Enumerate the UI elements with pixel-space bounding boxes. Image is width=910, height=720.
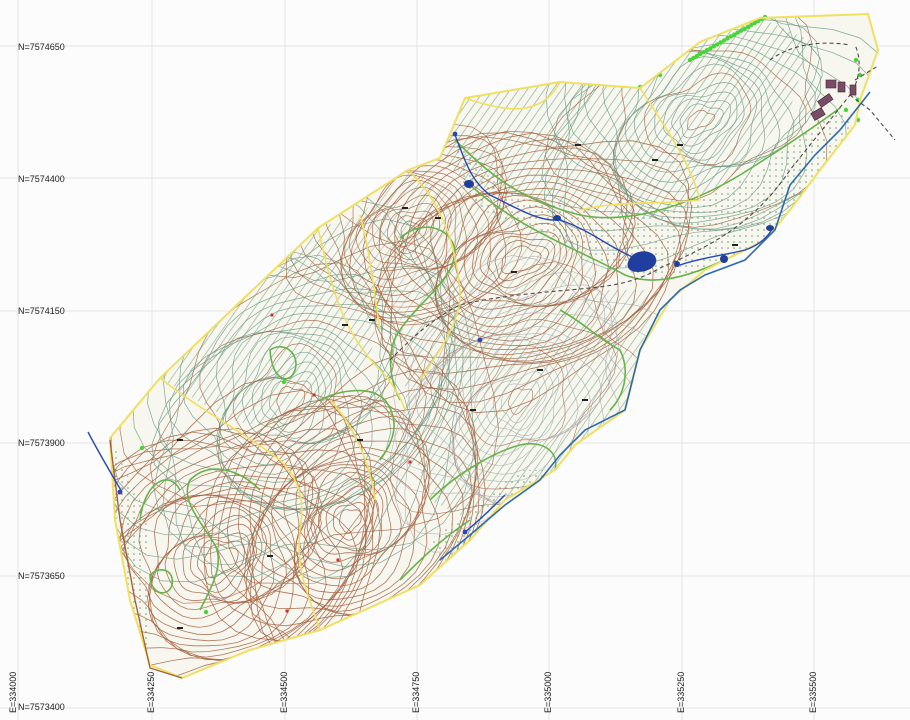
pond-ne xyxy=(766,225,774,231)
easting-label: E=334250 xyxy=(146,671,156,713)
easting-label: E=334750 xyxy=(411,671,421,713)
northing-label: N=7573650 xyxy=(18,571,65,581)
northing-label: N=7574650 xyxy=(18,42,65,52)
easting-label: E=335000 xyxy=(543,671,553,713)
northing-label: N=7574150 xyxy=(18,306,65,316)
easting-label: E=334500 xyxy=(279,671,289,713)
pond-east xyxy=(720,255,728,263)
easting-label: E=335250 xyxy=(676,671,686,713)
pond-mid xyxy=(553,215,561,221)
northing-label: N=7574400 xyxy=(18,174,65,184)
easting-label: E=334000 xyxy=(8,671,18,713)
northing-label: N=7573900 xyxy=(18,438,65,448)
northing-label: N=7573400 xyxy=(18,702,65,712)
pond-north xyxy=(464,180,474,188)
topographic-map: N=7574650 N=7574400 N=7574150 N=7573900 … xyxy=(0,0,910,720)
map-canvas xyxy=(0,0,910,720)
easting-label: E=335500 xyxy=(808,671,818,713)
